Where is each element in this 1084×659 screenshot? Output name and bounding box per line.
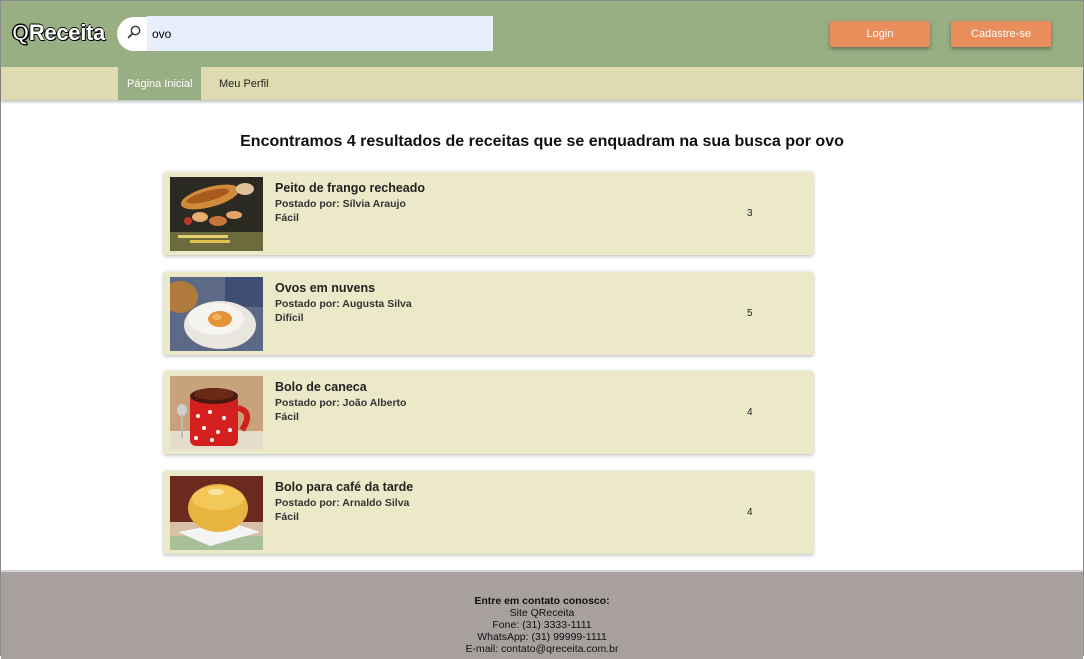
recipe-title[interactable]: Ovos em nuvens bbox=[275, 281, 375, 295]
site-logo[interactable]: QReceita bbox=[12, 20, 106, 46]
search-button[interactable] bbox=[117, 17, 151, 51]
recipe-count: 4 bbox=[747, 507, 753, 518]
recipe-count: 4 bbox=[747, 407, 753, 418]
footer-site: Site QReceita bbox=[509, 607, 575, 619]
recipe-card[interactable]: Peito de frango recheado Postado por: Sí… bbox=[164, 172, 813, 255]
search-bar bbox=[117, 16, 493, 51]
logo-q: Q bbox=[12, 20, 30, 46]
recipe-author: Postado por: Sílvia Araujo bbox=[275, 198, 406, 210]
footer-email: E-mail: contato@qreceita.com.br bbox=[465, 643, 619, 655]
logo-text: Receita bbox=[28, 20, 105, 45]
footer-heading: Entre em contato conosco: bbox=[474, 595, 610, 607]
recipe-image-eggs[interactable] bbox=[170, 277, 263, 351]
recipe-image-chicken[interactable] bbox=[170, 177, 263, 251]
nav-bar: Página Inicial Meu Perfil bbox=[1, 67, 1083, 100]
recipe-title[interactable]: Bolo para café da tarde bbox=[275, 480, 413, 494]
recipe-image-mug-cake[interactable] bbox=[170, 376, 263, 450]
recipe-card[interactable]: Bolo de caneca Postado por: João Alberto… bbox=[164, 371, 813, 454]
tab-home[interactable]: Página Inicial bbox=[118, 67, 202, 100]
footer-whatsapp: WhatsApp: (31) 99999-1111 bbox=[477, 631, 607, 643]
recipe-card[interactable]: Bolo para café da tarde Postado por: Arn… bbox=[164, 471, 813, 554]
results-heading: Encontramos 4 resultados de receitas que… bbox=[240, 133, 844, 150]
recipe-difficulty: Fácil bbox=[275, 511, 299, 523]
recipe-author: Postado por: João Alberto bbox=[275, 397, 407, 409]
recipe-author: Postado por: Arnaldo Silva bbox=[275, 497, 410, 509]
recipe-count: 3 bbox=[747, 208, 753, 219]
recipe-title[interactable]: Bolo de caneca bbox=[275, 380, 367, 394]
search-icon bbox=[126, 24, 142, 45]
recipe-difficulty: Fácil bbox=[275, 212, 299, 224]
recipe-image-cake[interactable] bbox=[170, 476, 263, 550]
site-footer: Entre em contato conosco: Site QReceita … bbox=[1, 570, 1083, 659]
top-header: QReceita Login Cadastre-se bbox=[1, 1, 1083, 67]
tab-profile[interactable]: Meu Perfil bbox=[210, 67, 278, 100]
recipe-card[interactable]: Ovos em nuvens Postado por: Augusta Silv… bbox=[164, 272, 813, 355]
recipe-author: Postado por: Augusta Silva bbox=[275, 298, 412, 310]
signup-button[interactable]: Cadastre-se bbox=[951, 21, 1051, 47]
recipe-difficulty: Difícil bbox=[275, 312, 304, 324]
recipe-difficulty: Fácil bbox=[275, 411, 299, 423]
search-input[interactable] bbox=[147, 16, 493, 51]
recipe-count: 5 bbox=[747, 308, 753, 319]
footer-phone: Fone: (31) 3333-1111 bbox=[492, 619, 592, 631]
recipe-title[interactable]: Peito de frango recheado bbox=[275, 181, 425, 195]
login-button[interactable]: Login bbox=[830, 21, 930, 47]
